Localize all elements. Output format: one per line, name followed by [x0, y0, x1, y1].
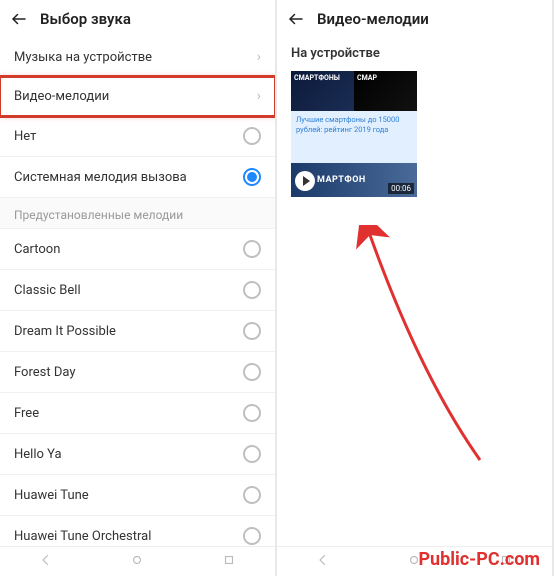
radio-icon[interactable] [243, 322, 261, 340]
nav-back-icon[interactable] [316, 552, 330, 571]
device-section-header: На устройстве [277, 38, 552, 69]
android-navbar [0, 546, 275, 576]
row-preset[interactable]: Forest Day [0, 352, 275, 393]
play-icon[interactable] [295, 171, 315, 191]
row-label: Dream It Possible [14, 324, 243, 339]
row-preset[interactable]: Huawei Tune Orchestral [0, 516, 275, 546]
nav-recent-icon[interactable] [222, 552, 236, 571]
header: Видео-мелодии [277, 0, 552, 38]
back-arrow-icon[interactable] [10, 10, 28, 28]
row-preset[interactable]: Huawei Tune [0, 475, 275, 516]
row-preset[interactable]: Classic Bell [0, 270, 275, 311]
radio-icon[interactable] [243, 445, 261, 463]
row-preset[interactable]: Free [0, 393, 275, 434]
row-label: Нет [14, 129, 243, 144]
radio-icon[interactable] [243, 127, 261, 145]
row-label: Cartoon [14, 242, 243, 257]
row-label: Hello Ya [14, 447, 243, 462]
video-thumbnail[interactable]: СМАРТФОНЫ СМАР Лучшие смартфоны до 15000… [291, 71, 417, 197]
row-label: Forest Day [14, 365, 243, 380]
row-label: Free [14, 406, 243, 421]
row-preset[interactable]: Hello Ya [0, 434, 275, 475]
spacer [277, 197, 552, 546]
thumb-mid-text: Лучшие смартфоны до 15000 рублей: рейтин… [291, 111, 417, 163]
nav-home-icon[interactable] [130, 552, 144, 571]
thumb-bot-text: МАРТФОН [317, 175, 366, 185]
chevron-right-icon: › [257, 88, 261, 104]
row-preset[interactable]: Dream It Possible [0, 311, 275, 352]
video-duration: 00:06 [388, 183, 414, 194]
radio-icon[interactable] [243, 404, 261, 422]
nav-back-icon[interactable] [39, 552, 53, 571]
chevron-right-icon: › [257, 49, 261, 65]
row-none[interactable]: Нет [0, 116, 275, 157]
radio-selected-icon[interactable] [243, 168, 261, 186]
page-title: Видео-мелодии [317, 10, 429, 28]
thumb-top: СМАРТФОНЫ СМАР [291, 71, 417, 111]
back-arrow-icon[interactable] [287, 10, 305, 28]
screen-sound-select: Выбор звука Музыка на устройстве › Видео… [0, 0, 275, 576]
row-label: Huawei Tune Orchestral [14, 529, 243, 544]
preset-section-header: Предустановленные мелодии [0, 198, 275, 229]
row-label: Huawei Tune [14, 488, 243, 503]
watermark: Public-PC.com [418, 549, 540, 570]
row-label: Системная мелодия вызова [14, 170, 243, 185]
radio-icon[interactable] [243, 240, 261, 258]
radio-icon[interactable] [243, 363, 261, 381]
row-label: Classic Bell [14, 283, 243, 298]
row-system-ringtone[interactable]: Системная мелодия вызова [0, 157, 275, 198]
thumb-top-text: СМАР [354, 71, 417, 111]
page-title: Выбор звука [40, 10, 131, 28]
screen-video-ringtones: Видео-мелодии На устройстве СМАРТФОНЫ СМ… [277, 0, 552, 576]
row-label: Музыка на устройстве [14, 50, 257, 65]
radio-icon[interactable] [243, 281, 261, 299]
row-label: Видео-мелодии [14, 89, 257, 104]
sound-list: Музыка на устройстве › Видео-мелодии › Н… [0, 38, 275, 546]
row-video-ringtones[interactable]: Видео-мелодии › [0, 77, 275, 116]
radio-icon[interactable] [243, 527, 261, 545]
thumb-top-text: СМАРТФОНЫ [291, 71, 354, 111]
radio-icon[interactable] [243, 486, 261, 504]
row-preset[interactable]: Cartoon [0, 229, 275, 270]
row-device-music[interactable]: Музыка на устройстве › [0, 38, 275, 77]
header: Выбор звука [0, 0, 275, 38]
